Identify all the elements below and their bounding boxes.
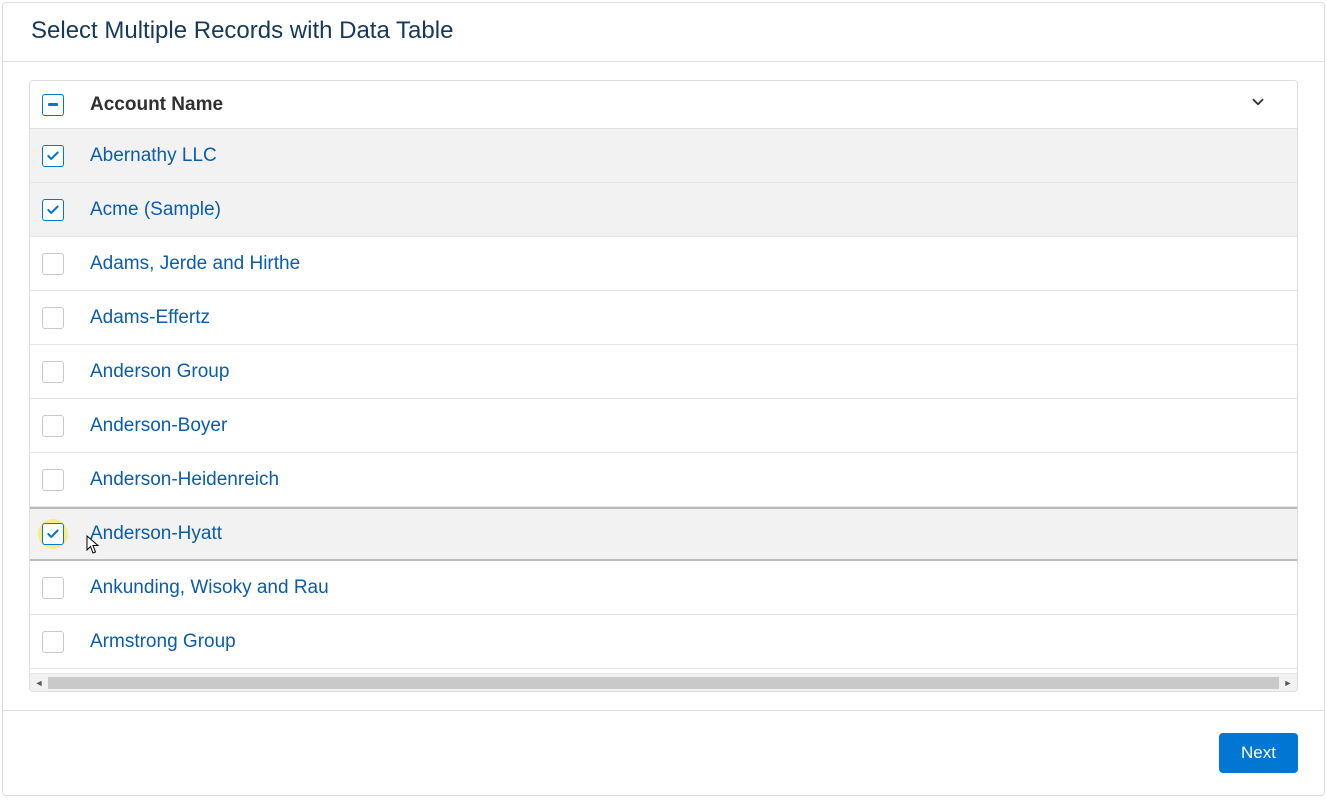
- table-row[interactable]: Abernathy LLC: [30, 129, 1297, 183]
- table-row[interactable]: Armstrong Group: [30, 615, 1297, 669]
- row-checkbox-wrap: [40, 469, 70, 491]
- row-checkbox[interactable]: [42, 469, 64, 491]
- table-row[interactable]: Adams-Effertz: [30, 291, 1297, 345]
- account-link[interactable]: Ankunding, Wisoky and Rau: [90, 577, 329, 599]
- rows-scroll[interactable]: Abernathy LLC Acme (Sample) Adams, Jerde a…: [30, 129, 1297, 673]
- table-row[interactable]: Anderson-Boyer: [30, 399, 1297, 453]
- card-footer: Next: [3, 710, 1324, 795]
- table-row[interactable]: Acme (Sample): [30, 183, 1297, 237]
- row-checkbox[interactable]: [42, 523, 64, 545]
- account-link[interactable]: Acme (Sample): [90, 199, 221, 221]
- account-link[interactable]: Armstrong Group: [90, 631, 236, 653]
- card-body: Account Name Abernathy LLCAcme (Sample)A…: [3, 62, 1324, 710]
- account-link[interactable]: Abernathy LLC: [90, 145, 217, 167]
- hscroll-thumb[interactable]: [48, 677, 1279, 689]
- row-checkbox-wrap: [40, 415, 70, 437]
- row-checkbox-wrap: [40, 199, 70, 221]
- row-checkbox[interactable]: [42, 361, 64, 383]
- data-table: Account Name Abernathy LLCAcme (Sample)A…: [29, 80, 1298, 692]
- row-checkbox[interactable]: [42, 307, 64, 329]
- table-row[interactable]: Ankunding, Wisoky and Rau: [30, 561, 1297, 615]
- row-checkbox[interactable]: [42, 253, 64, 275]
- table-row[interactable]: Adams, Jerde and Hirthe: [30, 237, 1297, 291]
- row-checkbox[interactable]: [42, 199, 64, 221]
- horizontal-scrollbar[interactable]: ◄ ►: [30, 673, 1297, 691]
- hscroll-left-arrow[interactable]: ◄: [30, 674, 48, 692]
- table-row[interactable]: Anderson-Heidenreich: [30, 453, 1297, 507]
- rows-viewport: Abernathy LLC Acme (Sample) Adams, Jerde a…: [30, 129, 1297, 673]
- row-checkbox-wrap: [40, 631, 70, 653]
- account-link[interactable]: Adams, Jerde and Hirthe: [90, 253, 300, 275]
- select-all-checkbox[interactable]: [42, 94, 64, 116]
- row-checkbox[interactable]: [42, 631, 64, 653]
- row-checkbox-wrap: [40, 577, 70, 599]
- account-link[interactable]: Adams-Effertz: [90, 307, 210, 329]
- row-checkbox-wrap: [40, 253, 70, 275]
- column-menu-icon[interactable]: [1249, 93, 1267, 116]
- row-checkbox[interactable]: [42, 145, 64, 167]
- table-row[interactable]: Anderson-Hyatt: [30, 507, 1297, 561]
- row-checkbox-wrap: [40, 145, 70, 167]
- column-header-account-name[interactable]: Account Name: [90, 94, 1249, 116]
- row-checkbox-wrap: [40, 307, 70, 329]
- hscroll-right-arrow[interactable]: ►: [1279, 674, 1297, 692]
- account-link[interactable]: Anderson-Heidenreich: [90, 469, 279, 491]
- card-header: Select Multiple Records with Data Table: [3, 3, 1324, 62]
- row-checkbox-wrap: [40, 523, 70, 545]
- account-link[interactable]: Anderson Group: [90, 361, 229, 383]
- table-header-row: Account Name: [30, 81, 1297, 129]
- row-checkbox[interactable]: [42, 577, 64, 599]
- account-link[interactable]: Anderson-Hyatt: [90, 523, 222, 545]
- account-link[interactable]: Anderson-Boyer: [90, 415, 227, 437]
- row-checkbox[interactable]: [42, 415, 64, 437]
- next-button[interactable]: Next: [1219, 733, 1298, 773]
- table-row[interactable]: Anderson Group: [30, 345, 1297, 399]
- page-title: Select Multiple Records with Data Table: [31, 17, 1296, 45]
- select-all-checkbox-wrap: [40, 94, 70, 116]
- modal-card: Select Multiple Records with Data Table …: [2, 2, 1325, 796]
- row-checkbox-wrap: [40, 361, 70, 383]
